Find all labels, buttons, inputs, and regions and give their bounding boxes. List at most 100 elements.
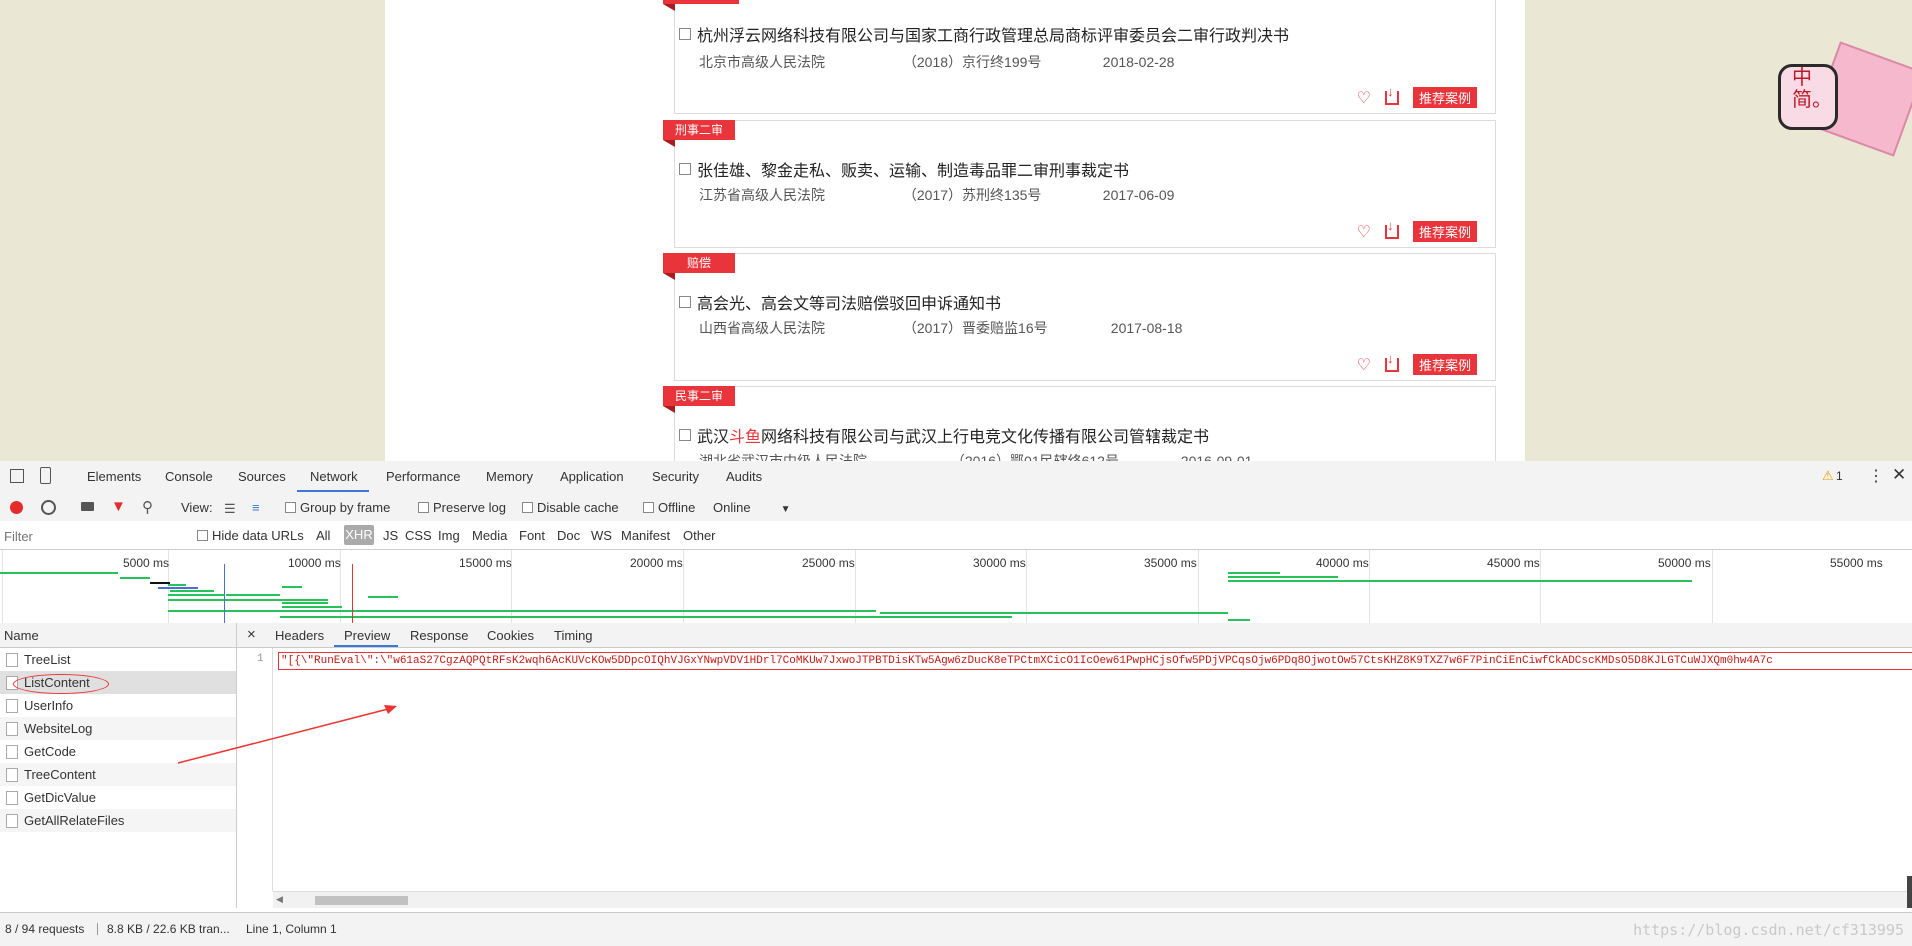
case-meta: 湖北省武汉市中级人民法院 （2016）鄂01民辖终612号 2016-09-01 [699,451,1252,461]
language-switch-widget[interactable]: 中简。 [1778,30,1912,157]
clear-icon[interactable] [41,500,56,515]
disable-cache-checkbox[interactable] [522,502,533,513]
timeline-tick-label: 30000 ms [973,556,1026,570]
request-row[interactable]: UserInfo [0,694,236,717]
type-filter-manifest[interactable]: Manifest [621,528,670,543]
offline-option[interactable]: Offline [643,500,695,515]
scrollbar-thumb[interactable] [315,896,408,905]
heart-icon[interactable]: ♡ [1357,88,1371,108]
tab-sources[interactable]: Sources [238,469,286,484]
case-checkbox[interactable] [679,163,691,175]
case-meta: 江苏省高级人民法院 （2017）苏刑终135号 2017-06-09 [699,185,1174,205]
download-icon[interactable] [1384,219,1399,239]
case-meta: 北京市高级人民法院 （2018）京行终199号 2018-02-28 [699,52,1174,72]
tab-elements[interactable]: Elements [87,469,141,484]
heart-icon[interactable]: ♡ [1357,355,1371,375]
type-filter-css[interactable]: CSS [405,528,432,543]
type-filter-all[interactable]: All [316,528,330,543]
request-row[interactable]: GetDicValue [0,786,236,809]
disable-cache-option[interactable]: Disable cache [522,500,619,515]
filter-input[interactable] [2,525,184,547]
request-row[interactable]: WebsiteLog [0,717,236,740]
recommend-case-button[interactable]: 推荐案例 [1412,354,1477,375]
filter-icon[interactable]: ▼ [111,498,126,515]
vertical-scroll-thumb[interactable] [1907,876,1912,908]
recommend-case-button[interactable]: 推荐案例 [1412,87,1477,108]
file-icon [6,744,18,759]
request-bar [158,587,198,589]
type-filter-js[interactable]: JS [383,528,398,543]
case-title-link[interactable]: 高会光、高会文等司法赔偿驳回申诉通知书 [697,290,1001,314]
case-tag: 赔偿 [663,253,736,280]
scroll-left-icon[interactable]: ◀ [276,894,283,905]
device-toggle-icon[interactable] [40,467,51,484]
offline-checkbox[interactable] [643,502,654,513]
throttling-select[interactable]: Online ▼ [713,500,790,515]
transferred-size: 8.8 KB / 22.6 KB tran... [107,922,230,936]
horizontal-scrollbar[interactable]: ◀ [273,891,1912,908]
tab-security[interactable]: Security [652,469,699,484]
close-devtools-icon[interactable]: ✕ [1892,465,1906,485]
hide-data-urls-checkbox[interactable] [197,530,208,541]
preserve-log-checkbox[interactable] [418,502,429,513]
group-by-frame-option[interactable]: Group by frame [285,500,390,515]
preview-pane[interactable]: 1 "[{\"RunEval\":\"w61aS27CgzAQPQtRFsK2w… [237,648,1912,908]
record-icon[interactable] [10,501,23,514]
case-checkbox[interactable] [679,429,691,441]
hide-data-urls-option[interactable]: Hide data URLs [197,528,304,543]
tab-audits[interactable]: Audits [726,469,762,484]
download-icon[interactable] [1384,85,1399,105]
case-title-link[interactable]: 杭州浮云网络科技有限公司与国家工商行政管理总局商标评审委员会二审行政判决书 [697,22,1289,46]
warning-icon[interactable]: ⚠ [1822,468,1834,484]
type-filter-other[interactable]: Other [683,528,716,543]
type-filter-ws[interactable]: WS [591,528,612,543]
devtools-tab-bar: Elements Console Sources Network Perform… [0,461,1912,494]
waterfall-icon[interactable]: ≡ [252,500,260,515]
tab-memory[interactable]: Memory [486,469,533,484]
tab-network[interactable]: Network [310,469,358,484]
type-filter-font[interactable]: Font [519,528,545,543]
preserve-log-option[interactable]: Preserve log [418,500,506,515]
tab-headers[interactable]: Headers [275,628,324,643]
request-row[interactable]: ListContent [0,671,236,694]
case-title-link[interactable]: 张佳雄、黎金走私、贩卖、运输、制造毒品罪二审刑事裁定书 [697,157,1129,181]
tab-preview[interactable]: Preview [344,628,390,643]
request-list: TreeList ListContent UserInfo WebsiteLog… [0,648,237,908]
search-icon[interactable]: ⚲ [142,498,153,516]
tab-cookies[interactable]: Cookies [487,628,534,643]
response-preview-text[interactable]: "[{\"RunEval\":\"w61aS27CgzAQPQtRFsK2wqh… [278,652,1912,670]
tab-timing[interactable]: Timing [554,628,593,643]
case-card: 杭州浮云网络科技有限公司与国家工商行政管理总局商标评审委员会二审行政判决书 北京… [663,0,1496,114]
request-row[interactable]: GetCode [0,740,236,763]
request-row[interactable]: TreeList [0,648,236,671]
case-checkbox[interactable] [679,296,691,308]
inspect-element-icon[interactable] [10,469,24,483]
tab-performance[interactable]: Performance [386,469,460,484]
case-tag: 民事二审 [663,386,736,413]
close-detail-icon[interactable]: × [247,626,256,643]
case-title-link[interactable]: 武汉斗鱼网络科技有限公司与武汉上行电竞文化传播有限公司管辖裁定书 [697,423,1209,447]
tab-application[interactable]: Application [560,469,624,484]
type-filter-media[interactable]: Media [472,528,507,543]
network-overview-timeline[interactable]: 5000 ms 10000 ms 15000 ms 20000 ms 25000… [0,550,1912,624]
tab-response[interactable]: Response [410,628,469,643]
request-row[interactable]: GetAllRelateFiles [0,809,236,832]
case-checkbox[interactable] [679,28,691,40]
capture-screenshots-icon[interactable] [81,502,94,511]
type-filter-doc[interactable]: Doc [557,528,580,543]
group-by-frame-checkbox[interactable] [285,502,296,513]
download-icon[interactable] [1384,352,1399,372]
case-number: （2017）晋委赔监16号 [902,320,1048,336]
type-filter-img[interactable]: Img [438,528,460,543]
name-column-header[interactable]: Name [0,623,237,648]
heart-icon[interactable]: ♡ [1357,222,1371,242]
large-rows-icon[interactable]: ☰ [224,501,236,517]
type-filter-xhr[interactable]: XHR [344,525,374,545]
recommend-case-button[interactable]: 推荐案例 [1412,221,1477,242]
load-event-line [352,564,353,623]
timeline-tick-label: 50000 ms [1658,556,1711,570]
more-options-icon[interactable]: ⋮ [1868,466,1884,486]
request-bar [168,599,328,601]
tab-console[interactable]: Console [165,469,213,484]
request-row[interactable]: TreeContent [0,763,236,786]
